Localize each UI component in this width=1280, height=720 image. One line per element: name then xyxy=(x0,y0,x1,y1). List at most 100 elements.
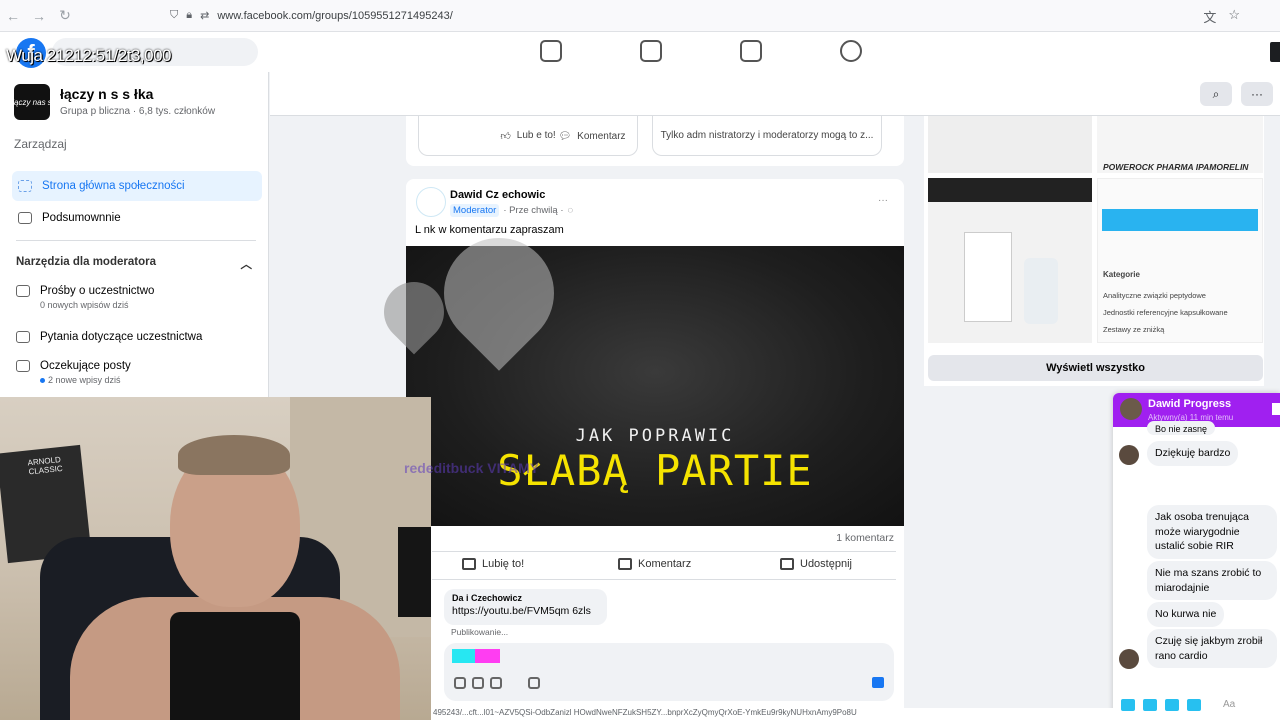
share-button[interactable]: Udostępnij xyxy=(780,558,852,570)
forward-icon[interactable]: → xyxy=(26,3,52,29)
chat-contact-name[interactable]: Dawid Progress xyxy=(1148,398,1231,410)
search-icon[interactable]: ⌕ xyxy=(1200,82,1232,106)
bookmark-star-icon[interactable]: ☆ xyxy=(1228,7,1240,26)
share-label: Udostępnij xyxy=(800,558,852,570)
send-icon[interactable] xyxy=(872,677,884,688)
community-home-icon xyxy=(18,180,32,192)
comment-label: Komentarz xyxy=(638,558,692,570)
avatar[interactable] xyxy=(416,187,446,217)
item-title: Oczekujące posty xyxy=(40,360,131,372)
groups-icon[interactable] xyxy=(840,40,862,62)
item-title: Prośby o uczestnictwo xyxy=(40,285,155,297)
item-sub: 0 nowych wpisów dziś xyxy=(40,300,129,310)
page-info-icon: ⇄ xyxy=(200,10,210,22)
sidebar-item-membership-questions[interactable]: Pytania dotyczące uczestnictwa xyxy=(16,331,202,343)
webcam-overlay: ARNOLD CLASSIC xyxy=(0,397,431,720)
shield-icon: ⛉ xyxy=(170,9,179,21)
category-item[interactable]: Jednostki referencyjne kapsułkowane xyxy=(1103,308,1228,317)
moderator-tools-title: Narzędzia dla moderatora xyxy=(16,256,156,268)
group-subheader: ⌕ ··· xyxy=(270,72,1280,116)
product-box xyxy=(964,232,1012,322)
sidebar-item-overview[interactable]: Podsumownnie xyxy=(12,203,262,233)
shop-banner xyxy=(1102,209,1258,231)
comment-link[interactable]: https://youtu.be/FVM5qm 6zls xyxy=(452,605,599,617)
show-all-button[interactable]: Wyświetl wszystko xyxy=(928,355,1263,381)
chat-message: Dziękuję bardzo xyxy=(1147,441,1239,466)
comment-count[interactable]: 1 komentarz xyxy=(836,532,894,544)
gif-icon[interactable] xyxy=(528,677,540,689)
item-sub-text: 2 nowe wpisy dziś xyxy=(48,375,121,385)
category-item[interactable]: Analityczne związki peptydowe xyxy=(1103,291,1228,300)
category-item[interactable]: Zestawy ze zniżką xyxy=(1103,325,1228,334)
text-highlight xyxy=(452,649,475,663)
moderator-tools-header[interactable]: Narzędzia dla moderatora ︿ xyxy=(16,256,252,272)
post-options-icon[interactable]: ··· xyxy=(878,195,888,206)
product-image[interactable] xyxy=(928,116,1092,173)
image-title-line1: JAK POPRAWIC xyxy=(575,426,735,446)
gif-icon[interactable] xyxy=(1187,699,1201,711)
like-button[interactable]: Lubię to! xyxy=(462,558,524,570)
chat-message: Nie ma szans zrobić to miarodajnie xyxy=(1147,561,1277,601)
group-name[interactable]: łączy n s s łka xyxy=(60,86,215,102)
chat-message: Czuję się jakbym zrobił rano cardio xyxy=(1147,629,1277,669)
more-options-icon[interactable]: ··· xyxy=(1241,82,1273,106)
chevron-up-icon[interactable]: ︿ xyxy=(241,256,253,272)
person-shirt xyxy=(170,612,300,720)
post-author[interactable]: Dawid Cz echowic xyxy=(450,189,545,201)
sidebar-item-membership-requests[interactable]: Prośby o uczestnictwo 0 nowych wpisów dz… xyxy=(16,285,154,310)
back-icon[interactable]: ← xyxy=(0,3,26,29)
product-image[interactable] xyxy=(928,178,1092,343)
address-bar[interactable]: ⛉ 🔒︎ ⇄ www.facebook.com/groups/105955127… xyxy=(170,9,453,22)
moderator-badge: Moderator xyxy=(450,204,500,217)
sidebar-item-pending-posts[interactable]: Oczekujące posty 2 nowe wpisy dziś xyxy=(16,360,131,385)
comment-author[interactable]: Da i Czechowicz xyxy=(452,593,599,603)
globe-icon: ◌ xyxy=(567,205,574,216)
chat-input[interactable]: Aa xyxy=(1113,693,1280,720)
emoji-icon[interactable] xyxy=(472,677,484,689)
sidebar-item-community-home[interactable]: Strona główna społeczności xyxy=(12,171,262,201)
group-header[interactable]: łączy nas s łączy n s s łka Grupa p blic… xyxy=(14,84,215,120)
item-title: Pytania dotyczące uczestnictwa xyxy=(40,331,203,343)
stream-overlay-counter: Wuja 21212:51/2t3,000 xyxy=(6,46,172,65)
browser-toolbar: ← → ↻ ⛉ 🔒︎ ⇄ www.facebook.com/groups/105… xyxy=(0,0,1280,32)
home-icon[interactable] xyxy=(540,40,562,62)
video-icon[interactable] xyxy=(640,40,662,62)
like-label: Lubię to! xyxy=(482,558,525,570)
poster-text: ARNOLD CLASSIC xyxy=(27,455,64,477)
comment-button[interactable]: 💬︎ Komentarz xyxy=(546,116,638,156)
divider xyxy=(432,551,896,552)
comment-icon: 💬︎ xyxy=(558,130,572,142)
group-sidebar: łączy nas s łączy n s s łka Grupa p blic… xyxy=(0,72,269,397)
manage-label: Zarządzaj xyxy=(14,137,67,151)
comment-bubble: Da i Czechowicz https://youtu.be/FVM5qm … xyxy=(444,589,607,625)
product-banner xyxy=(928,178,1092,202)
group-avatar: łączy nas s xyxy=(14,84,50,120)
comment-input[interactable] xyxy=(444,643,894,701)
camera-icon[interactable] xyxy=(490,677,502,689)
comment-button[interactable]: Komentarz xyxy=(618,558,691,570)
sticker-icon[interactable] xyxy=(1165,699,1179,711)
image-icon[interactable] xyxy=(1143,699,1157,711)
chat-message: Bo nie zasnę xyxy=(1147,421,1216,435)
questions-icon xyxy=(16,331,30,343)
marketplace-icon[interactable] xyxy=(740,40,762,62)
translate-icon[interactable]: 文 xyxy=(1203,7,1216,26)
post-time[interactable]: · Prze chwilą · xyxy=(503,205,563,216)
text-highlight xyxy=(475,649,500,663)
categories-list: Kategorie Analityczne związki peptydowe … xyxy=(1103,270,1228,334)
divider xyxy=(432,579,896,580)
monitor-image xyxy=(398,527,431,617)
comment-label: Komentarz xyxy=(577,130,626,142)
sidebar-item-label: Strona główna społeczności xyxy=(42,180,185,192)
product-image[interactable]: POWEROCK PHARMA IPAMORELIN 5MG xyxy=(1097,116,1263,173)
chat-message: Jak osoba trenująca może wiarygodnie ust… xyxy=(1147,505,1277,560)
comment-restricted-notice: Tylko adm nistratorzy i moderatorzy mogą… xyxy=(652,116,882,156)
reload-icon[interactable]: ↻ xyxy=(52,3,78,29)
avatar-sticker-icon[interactable] xyxy=(454,677,466,689)
avatar[interactable] xyxy=(1120,398,1142,420)
close-icon[interactable] xyxy=(1272,403,1280,415)
mic-icon[interactable] xyxy=(1121,699,1135,711)
chat-input-placeholder[interactable]: Aa xyxy=(1223,699,1235,710)
avatar xyxy=(1119,649,1139,669)
menu-grid-icon[interactable] xyxy=(1270,42,1280,62)
